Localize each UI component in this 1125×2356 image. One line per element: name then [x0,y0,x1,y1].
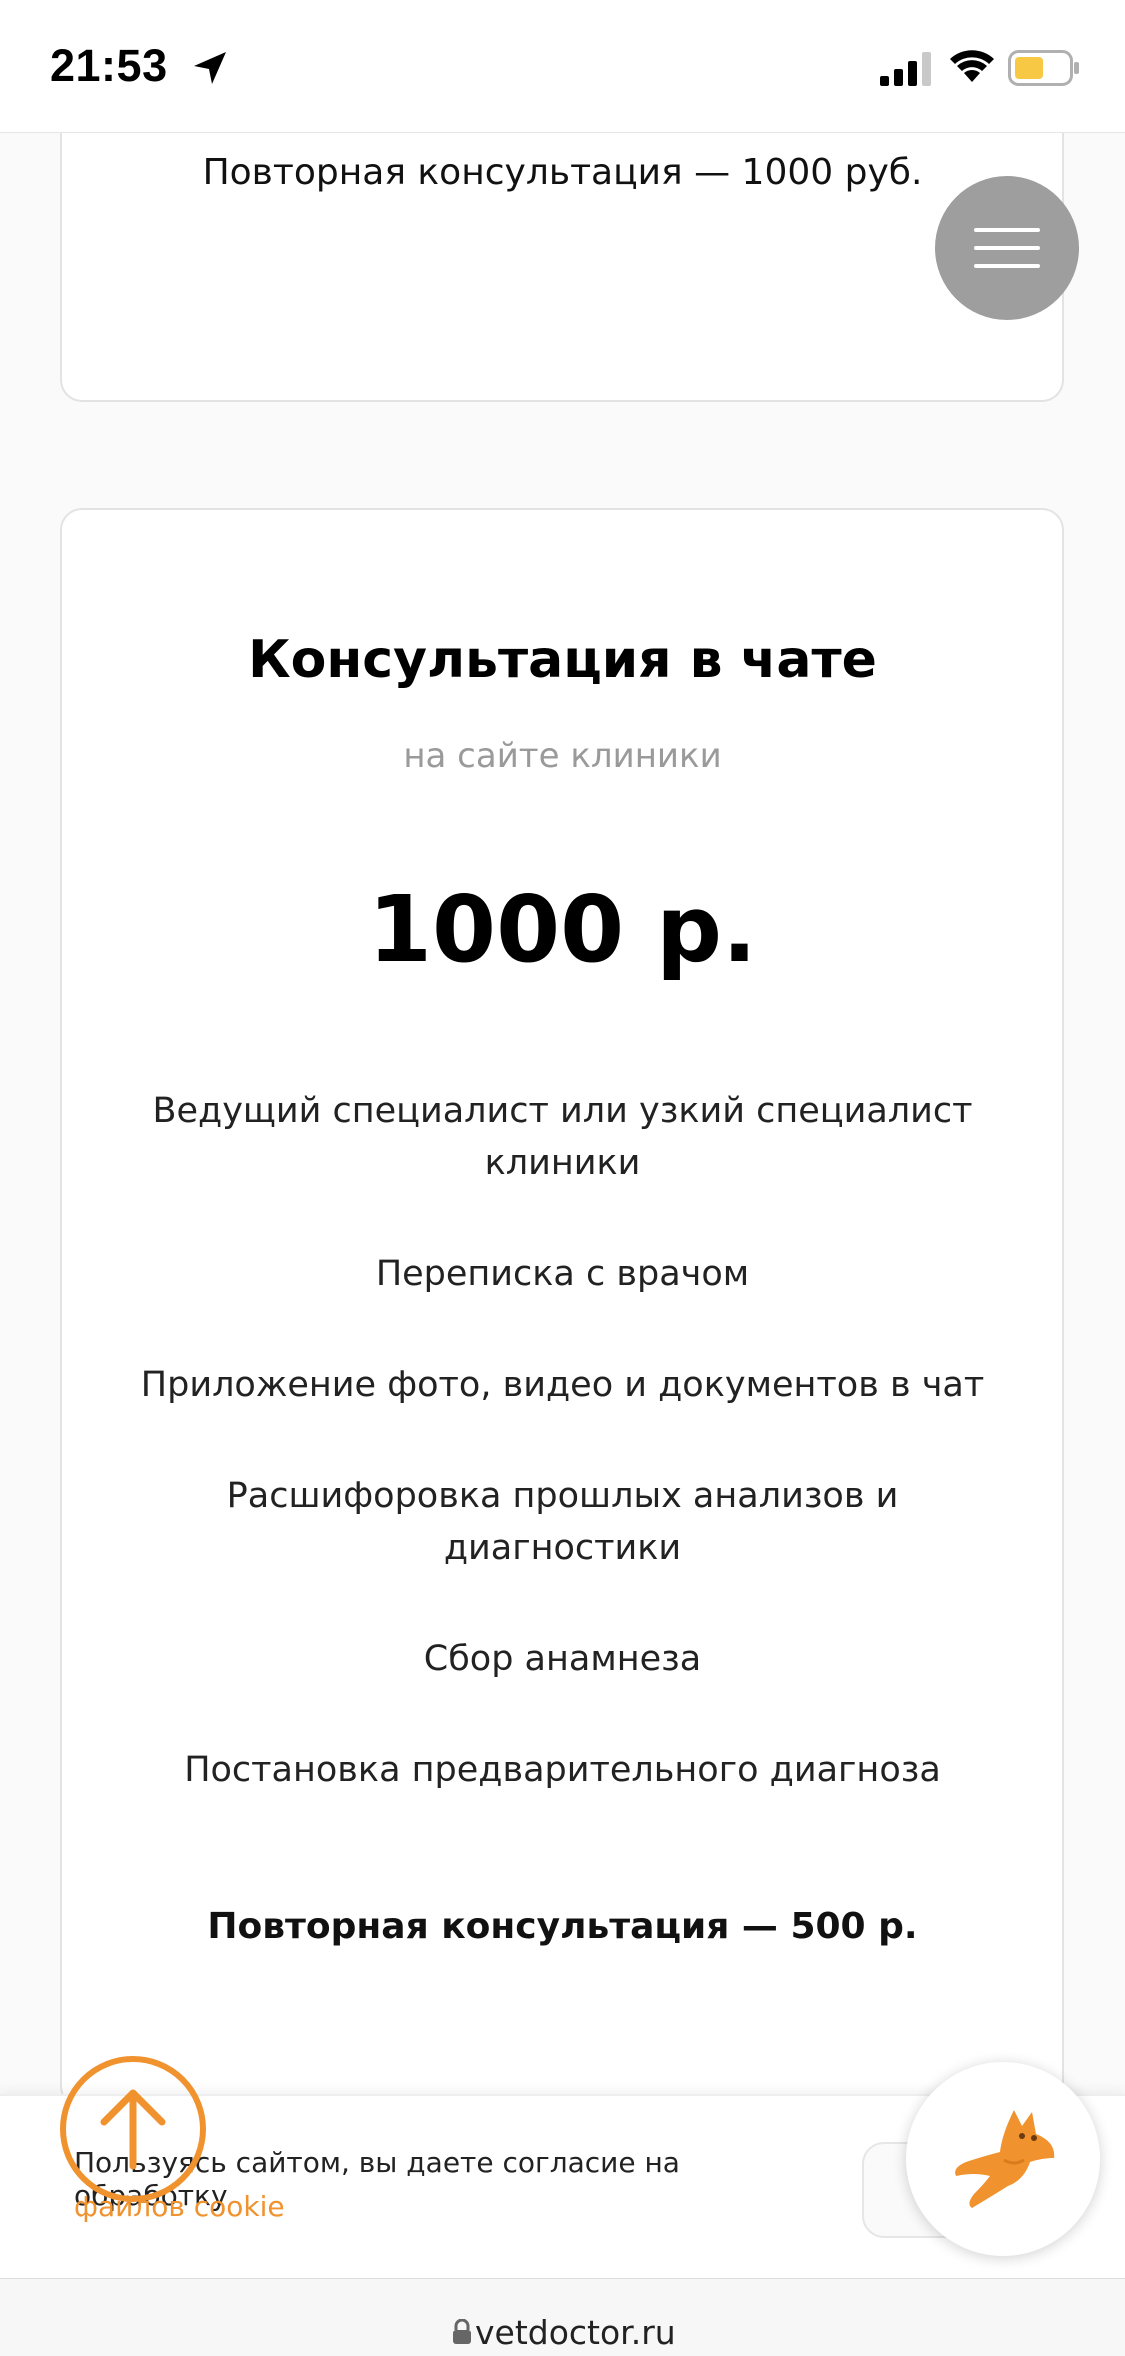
url-text: vetdoctor.ru [475,2313,676,2352]
cellular-signal-icon [880,52,931,86]
feature-item: Приложение фото, видео и документов в ча… [140,1365,985,1405]
chat-widget-button[interactable] [906,2062,1100,2256]
repeat-consultation-price: Повторная консультация — 500 р. [207,1906,918,1947]
status-time: 21:53 [50,40,168,91]
feature-item: Ведущий специалист или узкий специалист … [152,1091,973,1183]
card-subtitle: на сайте клиники [403,736,722,776]
feature-item: Расшифоровка прошлых анализов и диагност… [226,1476,899,1568]
lock-icon [453,2319,471,2344]
feature-item: Постановка предварительного диагноза [184,1750,941,1790]
page-root: 21:53 Повторная консультация — 1000 руб.… [0,0,1125,2356]
feature-item: Сбор анамнеза [423,1639,702,1679]
browser-address-bar[interactable]: vetdoctor.ru [0,2278,1125,2356]
feature-list: Ведущий специалист или узкий специалист … [140,1085,985,1855]
card-title: Консультация в чате [248,630,877,690]
scroll-to-top-button[interactable] [60,2056,206,2202]
menu-button[interactable] [935,176,1079,320]
arrow-up-icon [100,2089,166,2170]
cat-chat-icon [955,2110,1055,2208]
previous-tariff-card [60,100,1064,402]
location-arrow-icon [194,52,226,84]
feature-item: Переписка с врачом [375,1254,750,1294]
previous-repeat-consultation: Повторная консультация — 1000 руб. [202,152,923,193]
status-bar: 21:53 [0,0,1125,133]
wifi-icon [950,50,994,82]
hamburger-menu-icon [974,228,1040,268]
card-price: 1000 р. [368,876,757,983]
battery-icon [1008,50,1079,86]
